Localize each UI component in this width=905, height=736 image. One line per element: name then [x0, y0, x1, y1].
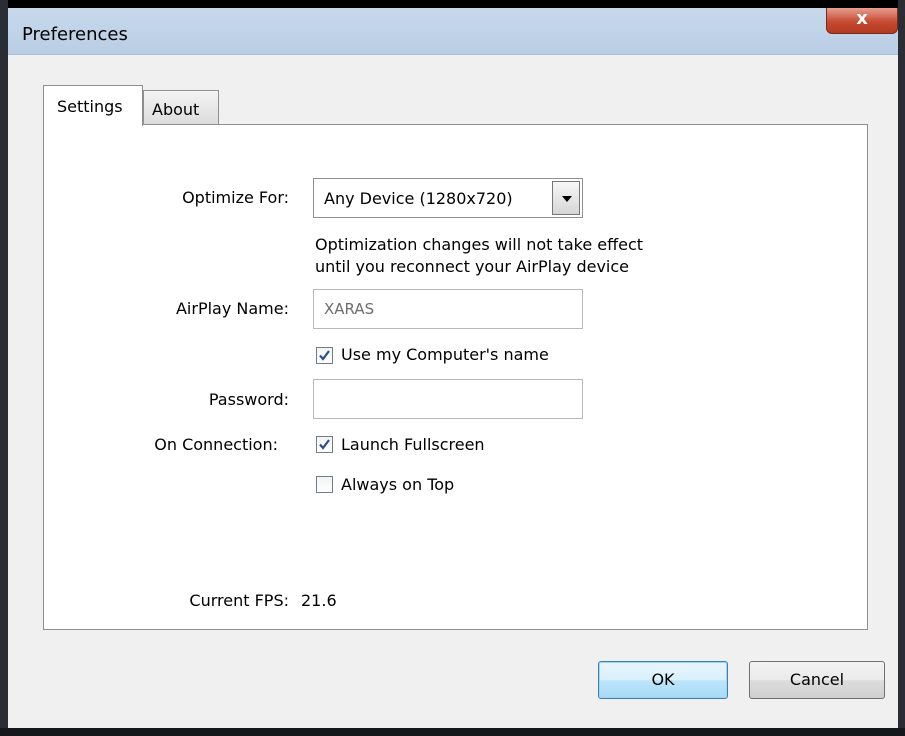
- password-label: Password:: [208, 390, 289, 409]
- launch-fullscreen-checkbox[interactable]: [316, 436, 333, 453]
- preferences-dialog: Preferences x Settings About Optimize Fo…: [8, 8, 898, 728]
- desktop-edge-right: [898, 0, 905, 736]
- password-input[interactable]: [324, 390, 564, 408]
- always-on-top-checkbox[interactable]: [316, 476, 333, 493]
- launch-fullscreen-label[interactable]: Launch Fullscreen: [341, 435, 485, 454]
- close-button[interactable]: x: [826, 8, 898, 34]
- airplay-name-input[interactable]: [324, 300, 564, 318]
- optimization-note: Optimization changes will not take effec…: [315, 234, 643, 278]
- optimization-note-line1: Optimization changes will not take effec…: [315, 235, 644, 254]
- ok-button[interactable]: OK: [598, 661, 728, 699]
- tab-about-label: About: [152, 100, 200, 119]
- desktop-edge-bottom: [0, 728, 905, 736]
- optimize-for-value: Any Device (1280x720): [324, 189, 513, 208]
- tab-about[interactable]: About: [143, 90, 219, 124]
- chevron-down-icon: [562, 196, 572, 202]
- optimize-for-dropdown[interactable]: Any Device (1280x720): [313, 178, 583, 218]
- tab-settings[interactable]: Settings: [43, 85, 143, 126]
- tab-settings-label: Settings: [57, 97, 123, 116]
- current-fps-label: Current FPS:: [189, 591, 289, 610]
- password-field[interactable]: [313, 379, 583, 419]
- on-connection-label: On Connection:: [154, 435, 278, 454]
- close-icon: x: [856, 8, 868, 29]
- title-bar[interactable]: Preferences x: [8, 8, 898, 55]
- use-computer-name-checkbox[interactable]: [316, 347, 333, 364]
- always-on-top-label[interactable]: Always on Top: [341, 475, 454, 494]
- desktop-edge-left: [0, 0, 8, 736]
- window-title: Preferences: [22, 24, 128, 45]
- airplay-name-field[interactable]: [313, 289, 583, 329]
- current-fps-value: 21.6: [301, 591, 337, 610]
- optimization-note-line2: until you reconnect your AirPlay device: [315, 257, 629, 276]
- cancel-button[interactable]: Cancel: [749, 661, 885, 699]
- dropdown-arrow-button[interactable]: [552, 181, 580, 215]
- checkmark-icon: [319, 439, 330, 450]
- checkmark-icon: [319, 350, 330, 361]
- use-computer-name-label[interactable]: Use my Computer's name: [341, 345, 549, 364]
- optimize-for-label: Optimize For:: [182, 188, 289, 207]
- airplay-name-label: AirPlay Name:: [175, 299, 289, 318]
